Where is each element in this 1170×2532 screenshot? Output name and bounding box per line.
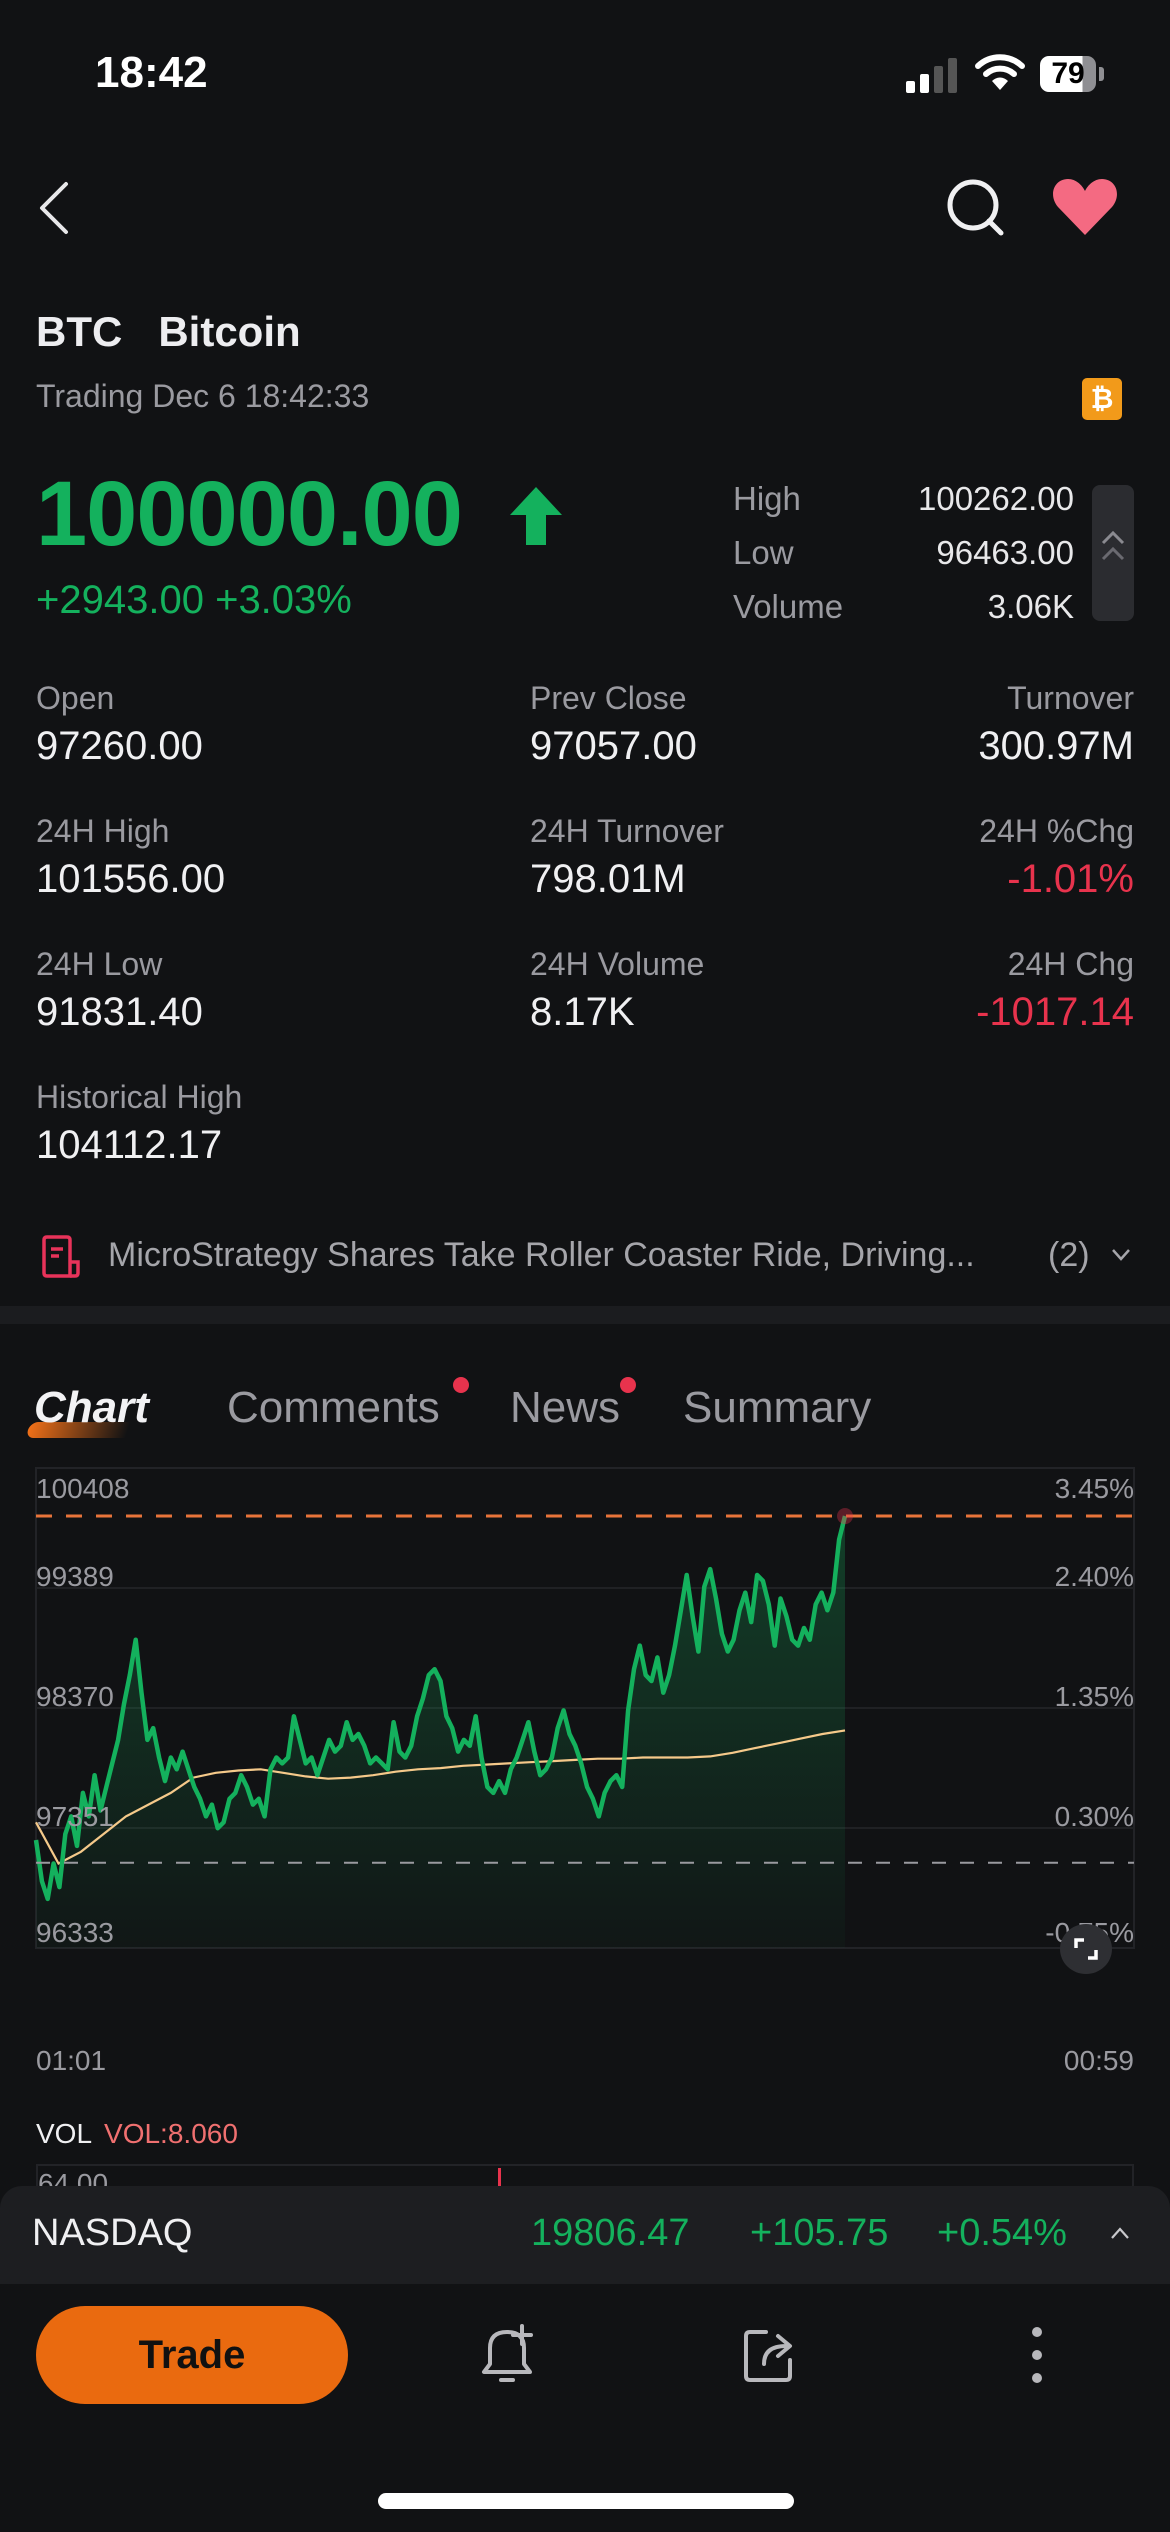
- stat-value-24h-turnover: 798.01M: [530, 857, 686, 901]
- stat-value-historical-high: 104112.17: [36, 1123, 223, 1167]
- stat-value-24h-chg: -1017.14: [976, 990, 1134, 1034]
- change-amount: +2943.00: [36, 578, 204, 622]
- vol-value: VOL:8.060: [104, 2118, 238, 2149]
- y-tick-right: 0.30%: [1055, 1801, 1134, 1832]
- high-label: High: [733, 480, 801, 517]
- stat-label-24h-chg: 24H Chg: [1007, 946, 1134, 982]
- battery-level: 79: [1040, 56, 1096, 92]
- stat-label-24h-low: 24H Low: [36, 946, 163, 982]
- current-price-marker: [837, 1508, 853, 1525]
- stat-value-24h-volume: 8.17K: [530, 990, 635, 1034]
- tab-summary[interactable]: Summary: [683, 1383, 871, 1433]
- current-price: 100000.00: [36, 463, 463, 565]
- stat-value-open: 97260.00: [36, 724, 203, 768]
- wifi-icon: [975, 54, 1025, 90]
- y-tick-left: 96333: [36, 1917, 114, 1948]
- chevron-down-icon[interactable]: [1110, 1244, 1132, 1266]
- fullscreen-button[interactable]: [1060, 1924, 1112, 1974]
- stat-label-24h-chg: 24H %Chg: [979, 813, 1134, 849]
- volume-indicator-title: VOL VOL:8.060: [36, 2118, 238, 2150]
- favorite-heart-icon[interactable]: [1050, 175, 1120, 239]
- y-tick-right: 2.40%: [1055, 1561, 1134, 1592]
- share-icon[interactable]: [736, 2320, 806, 2390]
- asset-name: Bitcoin: [158, 308, 301, 355]
- symbol-title: BTC Bitcoin: [36, 308, 301, 356]
- trading-status: Trading Dec 6 18:42:33: [36, 378, 370, 414]
- status-time: 18:42: [95, 48, 208, 97]
- collapse-quote-button[interactable]: [1092, 485, 1134, 621]
- price-area-fill: [36, 1516, 845, 1948]
- chevron-up-icon[interactable]: [1108, 2222, 1132, 2246]
- news-count: (2): [1048, 1236, 1090, 1274]
- home-indicator: [378, 2493, 794, 2509]
- stat-value-turnover: 300.97M: [978, 724, 1134, 768]
- stat-label-prev-close: Prev Close: [530, 680, 687, 716]
- battery-tip: [1099, 67, 1104, 81]
- stat-label-24h-high: 24H High: [36, 813, 170, 849]
- news-document-icon: [42, 1235, 80, 1278]
- x-axis-start-label: 01:01: [36, 2045, 106, 2076]
- stat-label-turnover: Turnover: [1007, 680, 1134, 716]
- news-headline-link[interactable]: MicroStrategy Shares Take Roller Coaster…: [108, 1236, 975, 1275]
- more-options-icon[interactable]: [1002, 2320, 1072, 2390]
- news-notification-dot: [620, 1377, 636, 1393]
- volume-label: Volume: [733, 588, 844, 625]
- price-change: +2943.00 +3.03%: [36, 578, 352, 623]
- stat-value-prev-close: 97057.00: [530, 724, 697, 768]
- up-arrow-icon: [510, 487, 562, 545]
- y-tick-right: 3.45%: [1055, 1473, 1134, 1504]
- low-value: 96463.00: [936, 534, 1074, 571]
- tab-news[interactable]: News: [510, 1383, 620, 1433]
- change-percent: +3.03%: [215, 578, 352, 622]
- back-arrow-icon[interactable]: [32, 178, 76, 238]
- high-value: 100262.00: [918, 480, 1074, 517]
- fullscreen-icon: [1074, 1938, 1098, 1960]
- double-chevron-up-icon: [1101, 530, 1125, 561]
- stat-label-24h-volume: 24H Volume: [530, 946, 705, 982]
- stat-value-24h-chg: -1.01%: [1007, 857, 1134, 901]
- y-tick-left: 97351: [36, 1801, 114, 1832]
- stat-value-24h-low: 91831.40: [36, 990, 203, 1034]
- index-change: +105.75: [750, 2212, 889, 2254]
- vol-label: VOL: [36, 2118, 93, 2149]
- section-divider: [0, 1306, 1170, 1324]
- x-axis-end-label: 00:59: [1064, 2045, 1134, 2076]
- y-tick-right: 1.35%: [1055, 1681, 1134, 1712]
- low-label: Low: [733, 534, 794, 571]
- stat-value-24h-high: 101556.00: [36, 857, 226, 901]
- ticker-symbol: BTC: [36, 308, 123, 355]
- stat-label-24h-turnover: 24H Turnover: [530, 813, 724, 849]
- stat-label-open: Open: [36, 680, 115, 716]
- price-chart[interactable]: 100408 3.45% 99389 2.40% 98370 1.35% 97351 0.30…: [0, 1460, 1170, 2080]
- comments-notification-dot: [453, 1377, 469, 1393]
- index-name: NASDAQ: [32, 2212, 193, 2254]
- volume-value: 3.06K: [987, 588, 1074, 625]
- y-tick-left: 99389: [36, 1561, 114, 1592]
- trade-button[interactable]: Trade: [36, 2306, 348, 2404]
- index-change-percent: +0.54%: [937, 2212, 1067, 2254]
- y-tick-left: 98370: [36, 1681, 114, 1712]
- price-alert-bell-icon[interactable]: [472, 2320, 542, 2390]
- cellular-signal-icon: [906, 58, 957, 93]
- y-tick-left: 100408: [36, 1473, 129, 1504]
- stat-label-historical-high: Historical High: [36, 1079, 243, 1115]
- bitcoin-badge-icon: ₿: [1082, 378, 1122, 420]
- tab-comments[interactable]: Comments: [227, 1383, 440, 1433]
- tab-chart[interactable]: Chart: [34, 1383, 149, 1433]
- index-value: 19806.47: [531, 2212, 690, 2254]
- search-icon[interactable]: [943, 175, 1007, 239]
